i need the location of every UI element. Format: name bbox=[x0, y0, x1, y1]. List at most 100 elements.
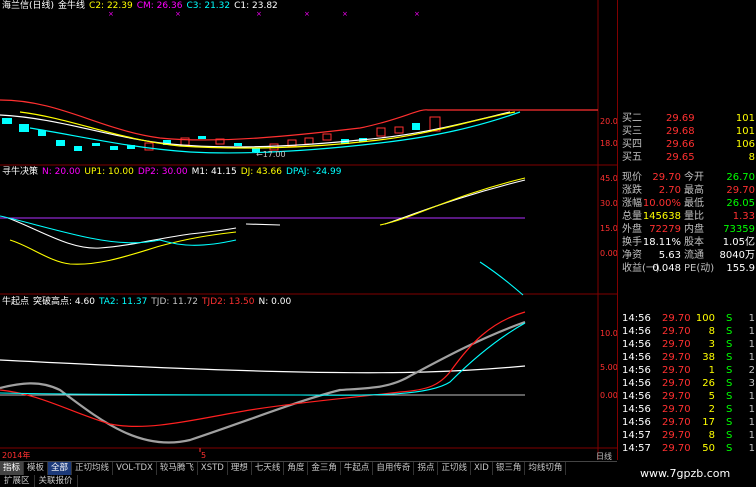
indicator-tab[interactable]: 七天线 bbox=[252, 462, 285, 475]
pane1-value: C1: 23.82 bbox=[234, 1, 278, 11]
quote-row: 换手 18.11% 股本 1.05亿 bbox=[618, 236, 756, 249]
trade-price: 29.70 bbox=[662, 378, 691, 389]
indicator-tab[interactable]: XSTD bbox=[198, 462, 228, 475]
trade-row: 14:56 29.70 17 S 1 bbox=[618, 416, 756, 429]
period-label[interactable]: 日线 bbox=[596, 451, 617, 461]
bottom-tab[interactable]: 关联报价 bbox=[35, 475, 78, 487]
pane2-value: M1: 41.15 bbox=[191, 167, 237, 177]
order-price: 29.68 bbox=[666, 126, 695, 137]
order-book-row[interactable]: 买三 29.68 101 bbox=[618, 125, 756, 138]
indicator-tab[interactable]: 拐点 bbox=[414, 462, 439, 475]
candle bbox=[2, 118, 12, 124]
trade-price: 29.70 bbox=[662, 352, 691, 363]
order-label: 买四 bbox=[622, 139, 642, 150]
pane3-value: TJD2: 13.50 bbox=[202, 297, 255, 307]
bottom-tab[interactable]: 扩展区 bbox=[0, 475, 35, 487]
trade-row: 14:57 29.70 8 S 1 bbox=[618, 429, 756, 442]
trade-volume: 17 bbox=[702, 417, 715, 428]
quote-label: 股本 bbox=[684, 237, 704, 248]
indicator-tab[interactable]: 金三角 bbox=[308, 462, 341, 475]
trade-count: 2 bbox=[748, 365, 755, 376]
pane2-value: UP1: 10.00 bbox=[84, 167, 134, 177]
trade-side: S bbox=[726, 417, 733, 428]
pane2-lines bbox=[0, 177, 526, 296]
candle bbox=[304, 137, 314, 145]
y-tick-label: 20.00 bbox=[600, 117, 617, 126]
quote-row: 净资 5.63 流通 8040万 bbox=[618, 249, 756, 262]
order-book-row[interactable]: 买四 29.66 106 bbox=[618, 138, 756, 151]
pane3-title: 牛起点 突破高点: 4.60 TA2: 11.37 TJD: 11.72 TJD2: 1… bbox=[2, 297, 295, 308]
quote-value: 145638 bbox=[642, 211, 681, 222]
pane3-value: TA2: 11.37 bbox=[98, 297, 148, 307]
order-label: 买二 bbox=[622, 113, 642, 124]
ma-lines bbox=[0, 99, 598, 154]
trade-side: S bbox=[726, 352, 733, 363]
quote-row: 现价 29.70 今开 26.70 bbox=[618, 171, 756, 184]
trade-side: S bbox=[726, 430, 733, 441]
indicator-tab[interactable]: 理想 bbox=[228, 462, 252, 475]
quote-row: 涨幅 10.00% 最低 26.05 bbox=[618, 197, 756, 210]
indicator-tab[interactable]: 正切均线 bbox=[72, 462, 114, 475]
dj-yellow-line bbox=[9, 231, 237, 265]
tjd-gray-line bbox=[0, 320, 526, 444]
indicator-tab[interactable]: 角度 bbox=[284, 462, 309, 475]
candle bbox=[412, 123, 420, 130]
candle bbox=[376, 127, 386, 137]
trade-row: 14:57 29.70 50 S 1 bbox=[618, 442, 756, 455]
quote-label: PE(动) bbox=[684, 263, 715, 274]
order-label: 买五 bbox=[622, 152, 642, 163]
trade-time: 14:56 bbox=[622, 339, 651, 350]
quote-label: 最高 bbox=[684, 185, 704, 196]
trade-time: 14:56 bbox=[622, 378, 651, 389]
order-book-row[interactable]: 买五 29.65 8 bbox=[618, 151, 756, 164]
trade-row: 14:56 29.70 5 S 1 bbox=[618, 390, 756, 403]
quote-value: 29.70 bbox=[652, 172, 681, 183]
indicator-tab[interactable]: 银三角 bbox=[493, 462, 526, 475]
indicator-tab[interactable]: 牛起点 bbox=[341, 462, 374, 475]
trade-side: S bbox=[726, 404, 733, 415]
indicator-tab[interactable]: 模板 bbox=[24, 462, 49, 475]
trade-side: S bbox=[726, 365, 733, 376]
order-volume: 101 bbox=[735, 126, 755, 137]
trade-time: 14:56 bbox=[622, 391, 651, 402]
indicator-tab[interactable]: 较马腾飞 bbox=[157, 462, 198, 475]
order-volume: 101 bbox=[735, 113, 755, 124]
quote-label: 总量 bbox=[622, 211, 642, 222]
indicator-tab[interactable]: VOL-TDX bbox=[113, 462, 157, 475]
candle bbox=[144, 142, 154, 151]
kline-chart-svg[interactable]: × × × × × × ←17.00 20.0 18.0 45.0 30.0 1… bbox=[0, 0, 623, 460]
trade-row: 14:56 29.70 26 S 3 bbox=[618, 377, 756, 390]
y-tick-label: 0.00 bbox=[600, 249, 617, 258]
quote-value: 18.11% bbox=[642, 237, 681, 248]
quote-label: 外盘 bbox=[622, 224, 642, 235]
indicator-tab[interactable]: 正切线 bbox=[438, 462, 471, 475]
quote-value: 10.00% bbox=[642, 198, 681, 209]
trade-time: 14:56 bbox=[622, 352, 651, 363]
trade-side: S bbox=[726, 339, 733, 350]
trade-time: 14:56 bbox=[622, 404, 651, 415]
quote-value: 72279 bbox=[649, 224, 681, 235]
trade-time: 14:57 bbox=[622, 430, 651, 441]
trade-side: S bbox=[726, 378, 733, 389]
order-book-row[interactable]: 买二 29.69 101 bbox=[618, 112, 756, 125]
indicator-tab[interactable]: 全部 bbox=[48, 462, 73, 475]
quote-panel: 买二 29.69 101 买三 29.68 101 买四 29.66 106 买五 29.65 8 现… bbox=[617, 0, 756, 460]
trade-price: 29.70 bbox=[662, 404, 691, 415]
trade-row: 14:56 29.70 2 S 1 bbox=[618, 403, 756, 416]
pane3-value: TJD: 11.72 bbox=[151, 297, 199, 307]
pane2-value: DP2: 30.00 bbox=[137, 167, 188, 177]
trade-row: 14:56 29.70 100 S 1 bbox=[618, 312, 756, 325]
trade-count: 1 bbox=[748, 430, 755, 441]
indicator-tab[interactable]: 指标 bbox=[0, 462, 25, 475]
trade-row: 14:56 29.70 38 S 1 bbox=[618, 351, 756, 364]
quote-label: 流通 bbox=[684, 250, 704, 261]
dj-cyan-line bbox=[0, 215, 237, 246]
indicator-tab[interactable]: 均线切角 bbox=[525, 462, 567, 475]
candle bbox=[234, 143, 242, 146]
pane1-value: CM: 26.36 bbox=[136, 1, 183, 11]
indicator-tab[interactable]: XID bbox=[471, 462, 493, 475]
indicator-tab[interactable]: 自用传奇 bbox=[373, 462, 415, 475]
chart-area[interactable]: × × × × × × ←17.00 20.0 18.0 45.0 30.0 1… bbox=[0, 0, 623, 461]
quote-label: 今开 bbox=[684, 172, 704, 183]
trade-volume: 5 bbox=[708, 391, 715, 402]
